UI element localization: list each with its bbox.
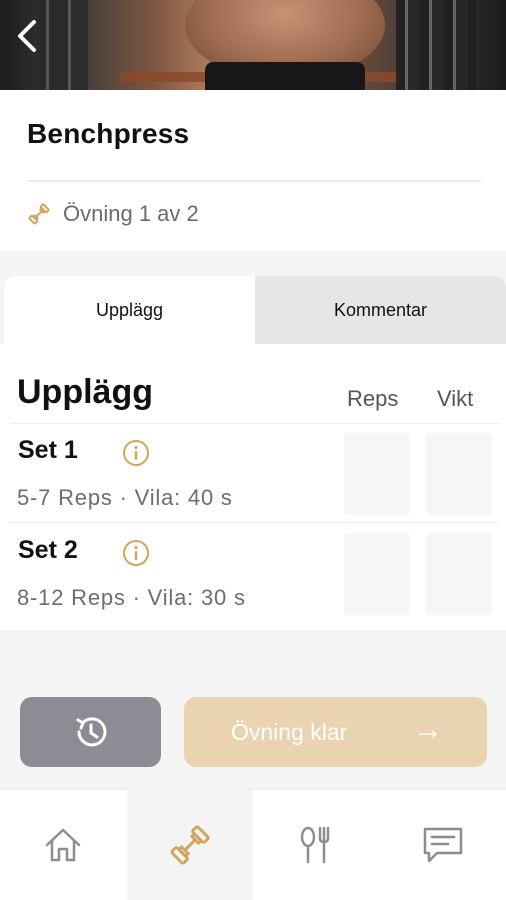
hero-image [0, 0, 506, 90]
exercise-title: Benchpress [27, 118, 190, 149]
tab-upplagg[interactable]: Upplägg [4, 276, 255, 344]
history-button[interactable] [20, 697, 161, 767]
chat-icon [423, 827, 462, 863]
history-icon [76, 717, 106, 747]
set-1-weight-input[interactable] [426, 433, 492, 515]
fork-knife-icon [301, 826, 330, 864]
reps-column-header: Reps [347, 386, 399, 411]
tab-kommentar[interactable]: Kommentar [255, 276, 506, 344]
divider [27, 180, 481, 182]
hero-shorts [205, 62, 365, 90]
set-2-name: Set 2 [18, 536, 78, 564]
set-2-reps-input[interactable] [344, 533, 410, 615]
set-1-reps-input[interactable] [344, 433, 410, 515]
nav-item-nutrition[interactable] [253, 790, 380, 900]
row-divider [10, 522, 500, 523]
exercise-done-button[interactable]: Övning klar → [184, 697, 487, 767]
row-divider [10, 423, 500, 424]
set-2-meta: 8-12 Reps · Vila: 30 s [17, 585, 246, 610]
dumbbell-icon [28, 203, 50, 225]
progress-text: Övning 1 av 2 [63, 201, 199, 226]
set-1-meta: 5-7 Reps · Vila: 40 s [17, 485, 233, 510]
tab-bar: Upplägg Kommentar [4, 276, 506, 344]
bottom-nav [0, 790, 506, 900]
home-icon [46, 828, 81, 862]
set-1-name: Set 1 [18, 436, 78, 464]
set-2-weight-input[interactable] [426, 533, 492, 615]
info-icon[interactable] [122, 539, 150, 567]
arrow-right-icon: → [413, 713, 443, 746]
sets-title: Upplägg [17, 373, 153, 411]
dumbbell-icon [170, 825, 210, 865]
weight-column-header: Vikt [437, 386, 474, 411]
hero-rack-left [38, 0, 88, 90]
back-button[interactable] [12, 18, 42, 54]
chevron-left-icon [18, 20, 36, 52]
exercise-progress: Övning 1 av 2 [27, 201, 199, 227]
nav-item-workout[interactable] [126, 790, 253, 900]
hero-rack-right [396, 0, 476, 90]
exercise-done-label: Övning klar [231, 719, 348, 745]
nav-item-messages[interactable] [380, 790, 506, 900]
info-icon[interactable] [122, 439, 150, 467]
nav-item-home[interactable] [0, 790, 127, 900]
